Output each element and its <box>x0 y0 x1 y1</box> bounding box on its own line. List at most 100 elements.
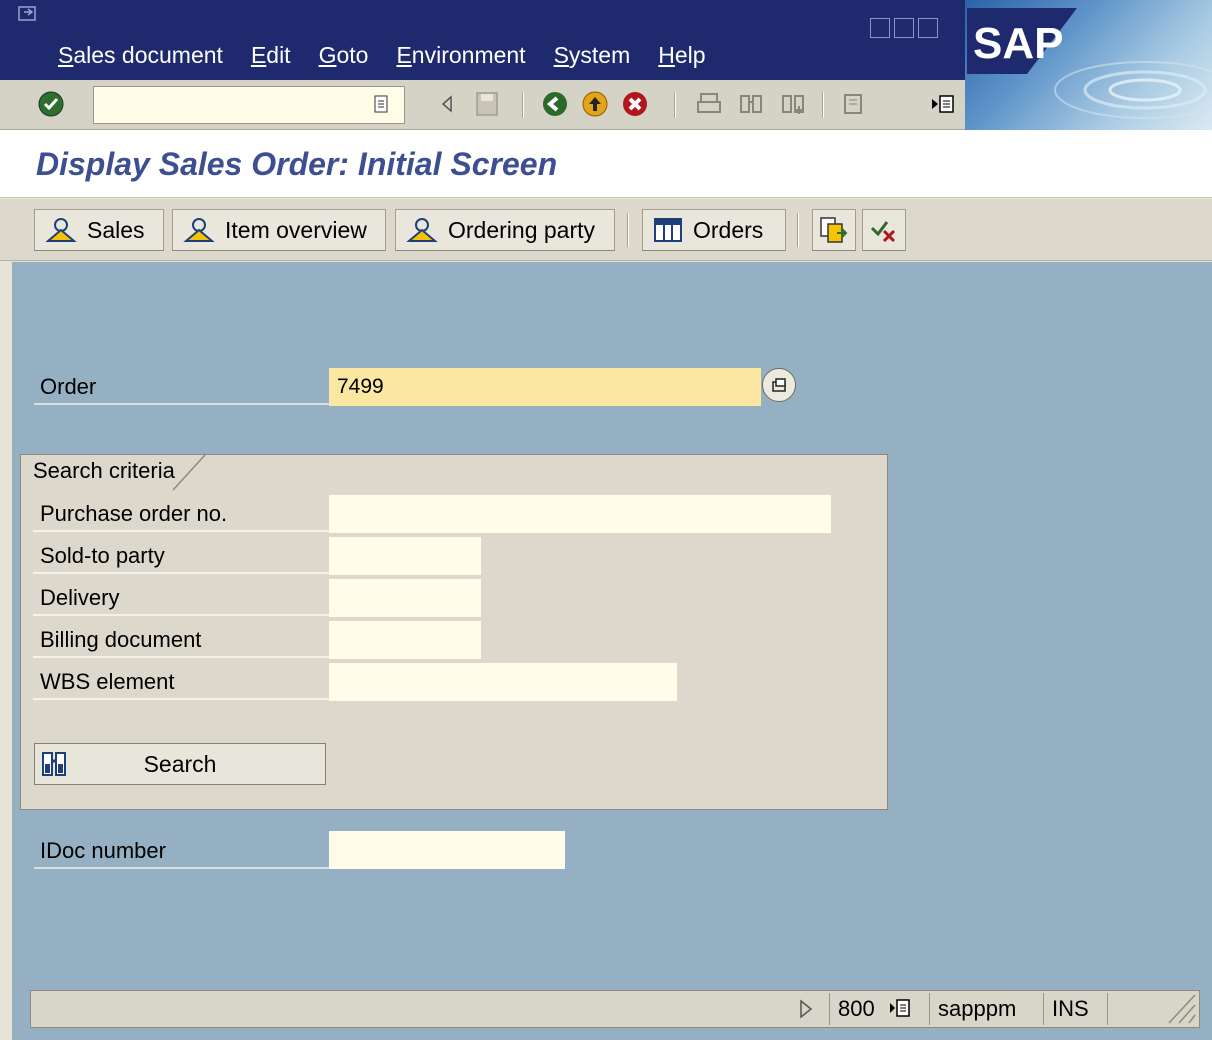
menu-environment[interactable]: Environment <box>396 42 525 69</box>
system-menu-icon[interactable] <box>18 6 38 22</box>
label-underline <box>33 530 329 532</box>
item-overview-button[interactable]: Item overview <box>172 209 386 251</box>
search-help-icon <box>772 378 786 392</box>
menu-help[interactable]: Help <box>658 42 705 69</box>
wbs-element-label: WBS element <box>40 669 175 694</box>
page-icon <box>844 94 862 114</box>
command-input[interactable] <box>94 87 404 123</box>
window-controls <box>870 18 938 38</box>
sap-branding: SAP <box>965 0 1212 130</box>
toolbar-separator <box>627 213 629 247</box>
status-expand-icon[interactable] <box>799 999 813 1025</box>
toolbar-separator <box>674 92 676 118</box>
label-underline <box>33 572 329 574</box>
system-info-icon[interactable] <box>889 997 911 1025</box>
status-bar: 800 sapppm INS <box>30 990 1200 1028</box>
wbs-element-input[interactable] <box>329 663 677 701</box>
layout-menu-button[interactable] <box>928 89 958 119</box>
enter-button[interactable] <box>36 89 66 119</box>
check-cancel-icon <box>870 221 896 243</box>
document-flow-icon <box>820 217 848 243</box>
delivery-input[interactable] <box>329 579 481 617</box>
print-button[interactable] <box>694 89 724 119</box>
find-next-icon <box>782 95 804 114</box>
toolbar-separator <box>822 92 824 118</box>
screen-title-bar: Display Sales Order: Initial Screen <box>0 130 1212 198</box>
label-underline <box>33 656 329 658</box>
first-page-button[interactable] <box>838 89 868 119</box>
minimize-button[interactable] <box>870 18 890 38</box>
print-icon <box>697 93 721 113</box>
purchase-order-label: Purchase order no. <box>40 501 228 526</box>
status-empty-cell <box>1107 993 1159 1025</box>
application-toolbar: Sales Item overview Ordering party Order… <box>0 199 1212 261</box>
label-underline <box>33 698 329 700</box>
idoc-number-input[interactable] <box>329 831 565 869</box>
search-criteria-group: Search criteria Purchase order no. Sold-… <box>20 454 888 810</box>
tab-slant <box>172 455 206 491</box>
insert-mode[interactable]: INS <box>1043 993 1107 1025</box>
back-small-icon[interactable] <box>432 89 462 119</box>
binoculars-icon <box>740 95 762 113</box>
menu-items: Sales document Edit Goto Environment Sys… <box>58 42 706 69</box>
person-icon <box>45 218 77 242</box>
sales-button-label: Sales <box>87 216 145 243</box>
work-area: Order Search criteria Purchase order no.… <box>12 262 1212 1040</box>
incompletion-log-button[interactable] <box>862 209 906 251</box>
item-overview-button-label: Item overview <box>225 216 367 243</box>
sold-to-party-input[interactable] <box>329 537 481 575</box>
person-icon <box>183 218 215 242</box>
exit-button[interactable] <box>580 89 610 119</box>
possible-entries-button[interactable] <box>762 368 796 402</box>
checkmark-icon <box>38 91 64 117</box>
sales-button[interactable]: Sales <box>34 209 164 251</box>
other-order-button[interactable] <box>812 209 856 251</box>
find-next-button[interactable] <box>778 89 808 119</box>
command-field[interactable] <box>93 86 405 124</box>
page-title: Display Sales Order: Initial Screen <box>36 146 558 182</box>
customize-layout-icon <box>932 95 954 113</box>
water-ripple-graphic <box>1054 61 1212 119</box>
server-name: sapppm <box>929 993 1043 1025</box>
table-icon <box>654 218 682 242</box>
close-window-button[interactable] <box>918 18 938 38</box>
standard-toolbar <box>0 80 965 130</box>
orders-button-label: Orders <box>693 216 764 243</box>
find-button[interactable] <box>736 89 766 119</box>
orders-button[interactable]: Orders <box>642 209 786 251</box>
search-criteria-label: Search criteria <box>33 458 175 483</box>
resize-grip-icon[interactable] <box>1161 993 1197 1025</box>
menu-system[interactable]: System <box>554 42 631 69</box>
back-arrow-icon <box>543 92 567 116</box>
ordering-party-button[interactable]: Ordering party <box>395 209 615 251</box>
person-icon <box>406 218 438 242</box>
toolbar-separator <box>522 92 524 118</box>
label-underline <box>34 403 329 405</box>
search-button[interactable]: Search <box>34 743 326 785</box>
cancel-icon <box>623 92 647 116</box>
cancel-button[interactable] <box>620 89 650 119</box>
purchase-order-input[interactable] <box>329 495 831 533</box>
up-arrow-icon <box>582 91 608 117</box>
menu-edit[interactable]: Edit <box>251 42 291 69</box>
save-icon[interactable] <box>472 89 502 119</box>
label-underline <box>34 867 329 869</box>
client-number: 800 <box>829 993 881 1025</box>
label-underline <box>33 614 329 616</box>
maximize-button[interactable] <box>894 18 914 38</box>
order-label: Order <box>40 374 97 399</box>
ordering-party-button-label: Ordering party <box>448 216 596 243</box>
delivery-label: Delivery <box>40 585 120 610</box>
menu-goto[interactable]: Goto <box>319 42 369 69</box>
billing-document-label: Billing document <box>40 627 202 652</box>
toolbar-separator <box>797 213 799 247</box>
sold-to-party-label: Sold-to party <box>40 543 165 568</box>
order-input[interactable] <box>329 368 761 406</box>
menu-sales-document[interactable]: Sales document <box>58 42 223 69</box>
search-button-label: Search <box>143 750 217 777</box>
idoc-number-label: IDoc number <box>40 838 166 863</box>
back-button[interactable] <box>540 89 570 119</box>
command-history-icon[interactable] <box>370 92 392 116</box>
search-criteria-title: Search criteria <box>21 455 206 491</box>
billing-document-input[interactable] <box>329 621 481 659</box>
